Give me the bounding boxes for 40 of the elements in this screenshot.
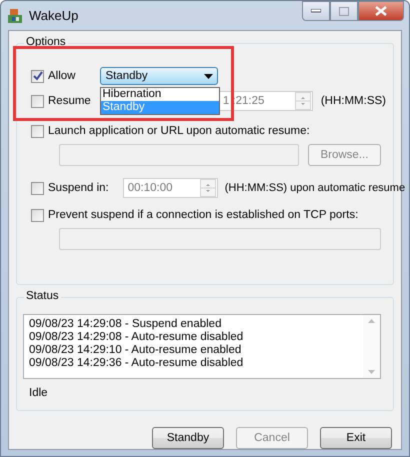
checkbox-label: Prevent suspend if a connection is established on TCP ports: <box>48 209 358 221</box>
dropdown-option[interactable]: Standby <box>101 101 220 114</box>
maximize-button[interactable] <box>330 1 358 21</box>
ports-field[interactable] <box>59 228 381 250</box>
spinner-arrows-icon[interactable] <box>294 92 311 110</box>
checkbox-label: Launch application or URL upon automatic resume: <box>48 125 310 137</box>
checkbox[interactable] <box>31 208 44 222</box>
format-label: (HH:MM:SS) upon automatic resume <box>224 182 406 194</box>
maximize-icon <box>339 6 349 16</box>
dialog-button[interactable]: Exit <box>320 427 392 449</box>
checkbox-label: Suspend in: <box>48 182 109 194</box>
status-text: Idle <box>29 387 48 399</box>
checkbox-label: Resume <box>48 95 91 107</box>
app-icon <box>7 8 23 24</box>
log-entry: 09/08/23 14:29:08 - Suspend enabled <box>29 318 222 331</box>
time-field[interactable]: 00:10:00 <box>122 178 218 198</box>
minimize-icon <box>311 9 321 13</box>
url-field[interactable] <box>59 144 299 166</box>
log-entry: 09/08/23 14:29:08 - Auto-resume disabled <box>29 331 244 344</box>
log-entry: 09/08/23 14:29:36 - Auto-resume disabled <box>29 357 244 370</box>
checkbox[interactable] <box>31 124 44 138</box>
scroll-up-icon[interactable] <box>368 319 375 323</box>
checkbox-label: Allow <box>48 70 76 82</box>
window-title: WakeUp <box>29 8 78 23</box>
group-title: Status <box>24 290 61 302</box>
time-field[interactable]: 1 :21:25 <box>218 91 313 111</box>
checkbox[interactable] <box>31 70 44 82</box>
caret-icon <box>204 74 214 78</box>
spinner-arrows-icon[interactable] <box>200 179 216 197</box>
scroll-down-icon[interactable] <box>368 370 375 374</box>
mode-dropdown[interactable]: Standby <box>100 67 218 85</box>
checkbox[interactable] <box>31 182 44 194</box>
dropdown-option[interactable]: Hibernation <box>101 88 220 101</box>
dialog-button[interactable]: Standby <box>152 427 224 449</box>
checkbox[interactable] <box>31 94 44 108</box>
log-entry: 09/08/23 14:29:10 - Auto-resume enabled <box>29 344 242 357</box>
format-label: (HH:MM:SS) <box>320 95 386 107</box>
close-icon <box>375 6 387 16</box>
minimize-button[interactable] <box>302 1 330 21</box>
close-button[interactable] <box>358 1 404 21</box>
